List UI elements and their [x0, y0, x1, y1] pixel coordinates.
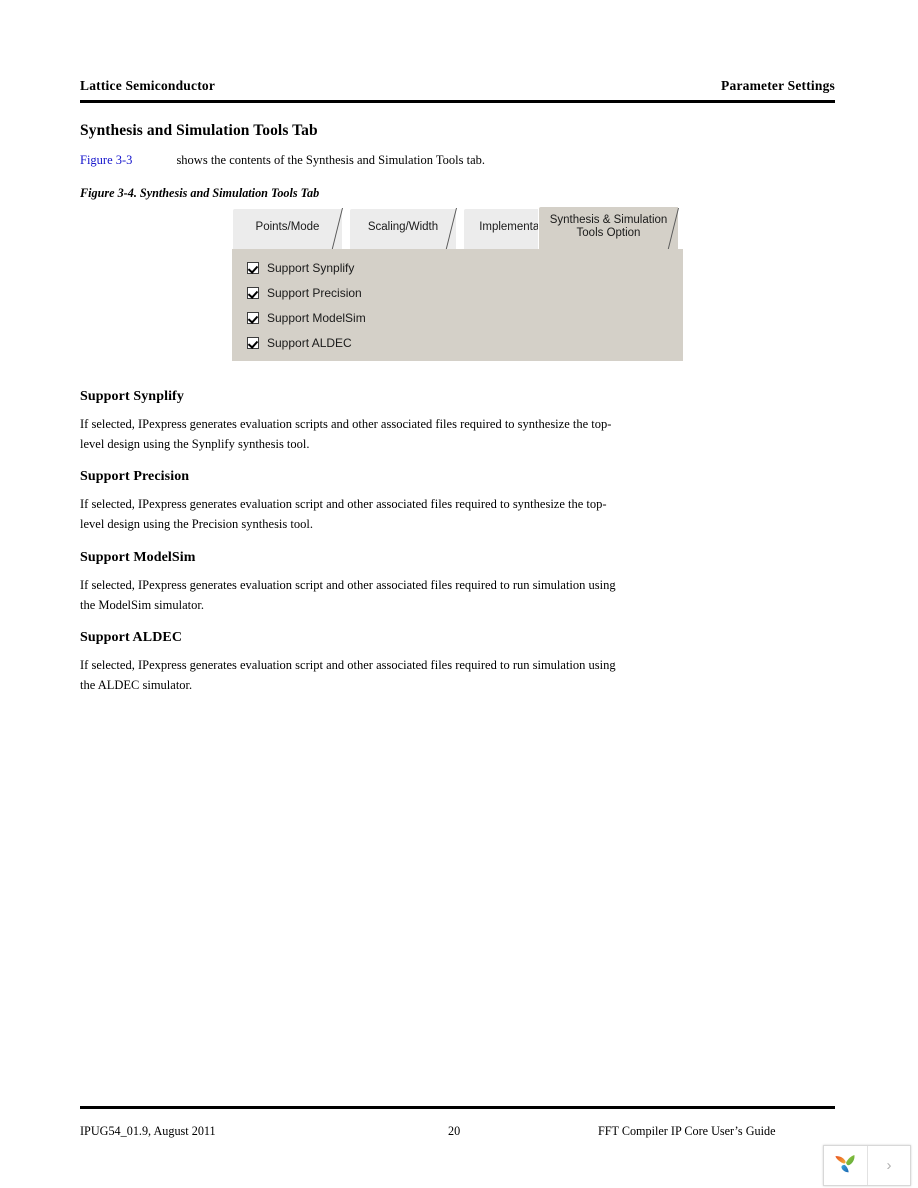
- section-support-synplify: Support Synplify If selected, IPexpress …: [80, 389, 620, 454]
- checkbox-support-precision-label: Support Precision: [267, 286, 362, 300]
- figure-3-3-link[interactable]: Figure 3-3: [80, 153, 132, 167]
- tab-separator-2-icon: [445, 208, 457, 250]
- section-support-aldec: Support ALDEC If selected, IPexpress gen…: [80, 630, 620, 695]
- checkbox-support-aldec[interactable]: [247, 337, 259, 349]
- header-chapter-title: Parameter Settings: [721, 78, 835, 93]
- footer-rule: [80, 1106, 835, 1109]
- ipexpress-dialog-figure: Points/Mode Scaling/Width Implementation…: [232, 204, 683, 361]
- next-page-button[interactable]: ›: [868, 1146, 910, 1185]
- section-support-precision-text: If selected, IPexpress generates evaluat…: [80, 497, 607, 531]
- checkbox-support-modelsim-label: Support ModelSim: [267, 311, 366, 325]
- footer-doc-title: FFT Compiler IP Core User’s Guide: [598, 1124, 776, 1138]
- dialog-tabstrip: Points/Mode Scaling/Width Implementation…: [232, 204, 683, 250]
- viewer-widget: ›: [823, 1145, 911, 1186]
- checkbox-support-modelsim[interactable]: [247, 312, 259, 324]
- tab-synthesis-simulation-tools-option[interactable]: Synthesis & Simulation Tools Option: [538, 206, 678, 249]
- section-support-synplify-heading: Support Synplify: [80, 389, 184, 404]
- checkbox-row-support-modelsim[interactable]: Support ModelSim: [247, 310, 366, 326]
- figure-intro-text: shows the contents of the Synthesis and …: [176, 153, 486, 167]
- checkbox-support-synplify-label: Support Synplify: [267, 261, 355, 275]
- checkbox-support-precision[interactable]: [247, 287, 259, 299]
- section-support-modelsim-heading: Support ModelSim: [80, 550, 196, 565]
- figure-caption: Figure 3-4. Synthesis and Simulation Too…: [80, 186, 320, 200]
- checkbox-row-support-synplify[interactable]: Support Synplify: [247, 260, 354, 276]
- footer-page-number: 20: [448, 1124, 461, 1138]
- running-header: Lattice Semiconductor Parameter Settings: [80, 78, 835, 94]
- section-support-aldec-heading: Support ALDEC: [80, 630, 183, 645]
- checkbox-row-support-precision[interactable]: Support Precision: [247, 285, 362, 301]
- leaf-logo-icon: [831, 1149, 859, 1182]
- header-company: Lattice Semiconductor: [80, 78, 216, 93]
- page-title: Synthesis and Simulation Tools Tab: [80, 122, 318, 139]
- document-page: Lattice Semiconductor Parameter Settings…: [0, 0, 918, 1188]
- dialog-content-panel: Support Synplify Support Precision Suppo…: [232, 249, 683, 361]
- tab-separator-1-icon: [331, 208, 343, 250]
- checkbox-support-aldec-label: Support ALDEC: [267, 336, 352, 350]
- checkbox-support-synplify[interactable]: [247, 262, 259, 274]
- tab-points-mode[interactable]: Points/Mode: [232, 208, 342, 249]
- tab-scaling-width-label: Scaling/Width: [367, 221, 439, 233]
- figure-intro-line: Figure 3-3 shows the contents of the Synt…: [80, 152, 485, 168]
- footer-doc-id: IPUG54_01.9, August 2011: [80, 1124, 216, 1138]
- tab-synthesis-simulation-tools-option-label: Synthesis & Simulation Tools Option: [549, 213, 668, 239]
- section-support-modelsim-text: If selected, IPexpress generates evaluat…: [80, 578, 616, 612]
- section-support-synplify-text: If selected, IPexpress generates evaluat…: [80, 417, 612, 451]
- tab-points-mode-label: Points/Mode: [255, 221, 320, 233]
- header-rule: [80, 100, 835, 103]
- checkbox-row-support-aldec[interactable]: Support ALDEC: [247, 335, 352, 351]
- section-support-modelsim: Support ModelSim If selected, IPexpress …: [80, 550, 620, 615]
- chevron-right-icon: ›: [886, 1157, 892, 1174]
- section-support-aldec-text: If selected, IPexpress generates evaluat…: [80, 658, 616, 692]
- section-support-precision: Support Precision If selected, IPexpress…: [80, 469, 620, 534]
- tab-scaling-width[interactable]: Scaling/Width: [349, 208, 456, 249]
- section-support-precision-heading: Support Precision: [80, 469, 190, 484]
- brand-logo-button[interactable]: [824, 1146, 868, 1185]
- tab-separator-4-icon: [667, 208, 679, 250]
